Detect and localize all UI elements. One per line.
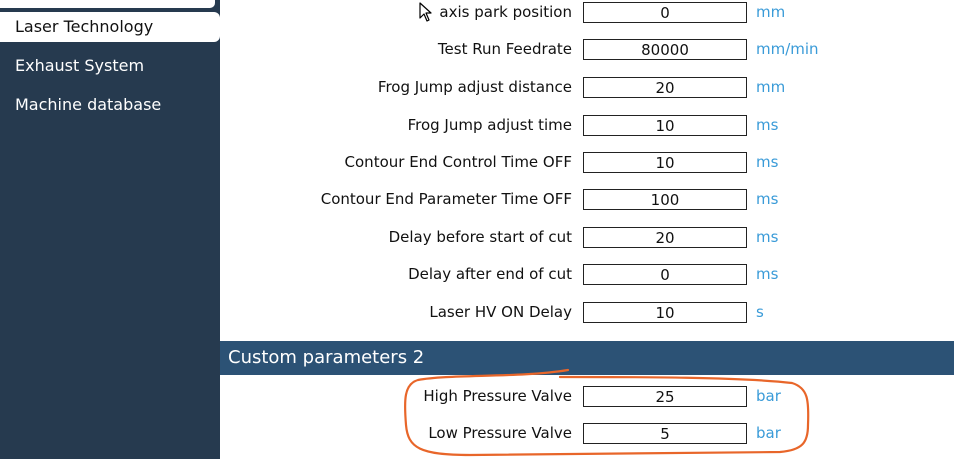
param-row-contour-end-parameter-time: Contour End Parameter Time OFF ms <box>220 187 954 217</box>
param-label: Test Run Feedrate <box>437 40 572 58</box>
param-row-high-pressure-valve: High Pressure Valve bar <box>220 384 954 414</box>
param-label: Frog Jump adjust time <box>407 116 572 134</box>
high-pressure-valve-input[interactable] <box>583 386 747 407</box>
param-row-laser-hv-on-delay: Laser HV ON Delay s <box>220 300 954 330</box>
param-unit: s <box>756 303 764 321</box>
sidebar-previous-item-edge[interactable] <box>0 0 215 8</box>
param-unit: mm <box>756 3 786 21</box>
laser-hv-on-delay-input[interactable] <box>583 302 747 323</box>
param-row-contour-end-control-time: Contour End Control Time OFF ms <box>220 150 954 180</box>
param-label: Contour End Parameter Time OFF <box>320 190 572 208</box>
param-label: High Pressure Valve <box>423 387 572 405</box>
contour-end-control-time-input[interactable] <box>583 152 747 173</box>
param-unit: bar <box>756 424 781 442</box>
frog-jump-distance-input[interactable] <box>583 77 747 98</box>
param-unit: mm <box>756 78 786 96</box>
param-label: Delay before start of cut <box>388 228 572 246</box>
param-row-low-pressure-valve: Low Pressure Valve bar <box>220 421 954 451</box>
param-row-delay-after-cut: Delay after end of cut ms <box>220 262 954 292</box>
param-unit: mm/min <box>756 40 819 58</box>
param-unit: bar <box>756 387 781 405</box>
delay-before-cut-input[interactable] <box>583 227 747 248</box>
sidebar-item-exhaust-system[interactable]: Exhaust System <box>0 51 144 81</box>
axis-park-position-input[interactable] <box>583 2 747 23</box>
param-label: Frog Jump adjust distance <box>377 78 572 96</box>
param-unit: ms <box>756 116 779 134</box>
param-row-delay-before-cut: Delay before start of cut ms <box>220 225 954 255</box>
test-run-feedrate-input[interactable] <box>583 39 747 60</box>
sidebar-item-laser-technology[interactable]: Laser Technology <box>0 12 220 42</box>
param-unit: ms <box>756 153 779 171</box>
param-label: Contour End Control Time OFF <box>344 153 572 171</box>
low-pressure-valve-input[interactable] <box>583 423 747 444</box>
sidebar-item-machine-database[interactable]: Machine database <box>0 90 161 120</box>
param-row-test-run-feedrate: Test Run Feedrate mm/min <box>220 37 954 67</box>
sidebar: Laser Technology Exhaust System Machine … <box>0 0 220 459</box>
param-row-frog-jump-distance: Frog Jump adjust distance mm <box>220 75 954 105</box>
param-label: Laser HV ON Delay <box>429 303 572 321</box>
frog-jump-time-input[interactable] <box>583 115 747 136</box>
param-label: Delay after end of cut <box>408 265 572 283</box>
param-label: Low Pressure Valve <box>428 424 572 442</box>
delay-after-cut-input[interactable] <box>583 264 747 285</box>
arrow-pointer-icon <box>419 2 432 22</box>
section-header-custom-parameters: Custom parameters 2 <box>220 341 954 375</box>
param-unit: ms <box>756 228 779 246</box>
param-unit: ms <box>756 265 779 283</box>
contour-end-parameter-time-input[interactable] <box>583 189 747 210</box>
param-unit: ms <box>756 190 779 208</box>
param-row-frog-jump-time: Frog Jump adjust time ms <box>220 113 954 143</box>
param-label: axis park position <box>439 3 572 21</box>
param-row-axis-park-position: axis park position mm <box>220 0 954 30</box>
